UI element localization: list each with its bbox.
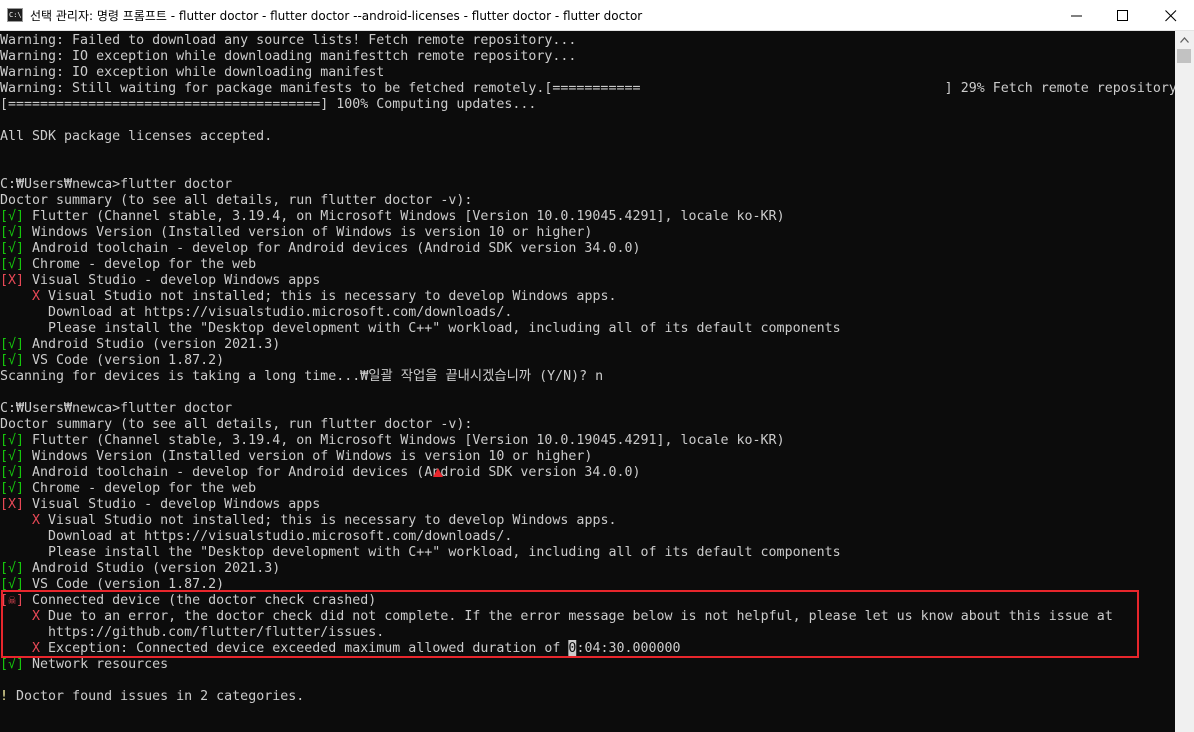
console-text-segment: [√]	[0, 256, 25, 272]
console-text-segment: [√]	[0, 480, 25, 496]
console-line: [√] Windows Version (Installed version o…	[0, 224, 592, 240]
console-text-segment: Visual Studio not installed; this is nec…	[40, 512, 617, 528]
console-text-segment: [√]	[0, 336, 25, 352]
console-text-segment: Android Studio (version 2021.3)	[24, 560, 281, 576]
console-text-segment: Warning: Still waiting for package manif…	[0, 80, 1175, 96]
console-line: [X] Visual Studio - develop Windows apps	[0, 272, 320, 288]
console-text-segment: Doctor summary (to see all details, run …	[0, 192, 473, 208]
minimize-icon	[1071, 15, 1082, 17]
mouse-pointer-marker	[433, 468, 443, 477]
console-text-segment: Doctor found issues in 2 categories.	[8, 688, 305, 704]
console-text-segment: Chrome - develop for the web	[24, 480, 257, 496]
scroll-up-button[interactable]	[1175, 31, 1194, 48]
console-text-segment: Warning: Failed to download any source l…	[0, 32, 577, 48]
console-line: [√] VS Code (version 1.87.2)	[0, 352, 224, 368]
console-line: Warning: Still waiting for package manif…	[0, 80, 1175, 96]
console-text-segment: Visual Studio - develop Windows apps	[24, 272, 321, 288]
console-text-segment	[0, 512, 32, 528]
console-text-segment: Android toolchain - develop for Android …	[24, 464, 641, 480]
console-line: [√] Windows Version (Installed version o…	[0, 448, 592, 464]
console-text-segment: Visual Studio not installed; this is nec…	[40, 288, 617, 304]
console-line: [√] Android Studio (version 2021.3)	[0, 560, 280, 576]
console-text-segment: Windows Version (Installed version of Wi…	[24, 448, 593, 464]
console-text-segment: C:₩Users₩newca>flutter doctor	[0, 400, 233, 416]
console-line: Download at https://visualstudio.microso…	[0, 304, 512, 320]
console-text-segment: Chrome - develop for the web	[24, 256, 257, 272]
console-text-segment: Windows Version (Installed version of Wi…	[24, 224, 593, 240]
console-line: [√] Chrome - develop for the web	[0, 256, 256, 272]
maximize-icon	[1117, 10, 1128, 21]
console-text-segment: Android Studio (version 2021.3)	[24, 336, 281, 352]
vertical-scrollbar[interactable]	[1175, 31, 1194, 732]
console-line: C:₩Users₩newca>flutter doctor	[0, 400, 232, 416]
console-text-segment: !	[0, 688, 9, 704]
console-text-segment	[0, 288, 32, 304]
console-text-segment: X	[32, 288, 41, 304]
console-text-segment: Warning: IO exception while downloading …	[0, 64, 385, 80]
console-text-segment: [=======================================…	[0, 96, 537, 112]
console-text-segment: [√]	[0, 656, 25, 672]
console-line: [√] Android toolchain - develop for Andr…	[0, 240, 640, 256]
console-text-segment: [√]	[0, 432, 25, 448]
scroll-thumb[interactable]	[1177, 49, 1191, 63]
console-text-segment: [X]	[0, 272, 25, 288]
console-text-segment: Doctor summary (to see all details, run …	[0, 416, 473, 432]
console-text-segment: Network resources	[24, 656, 169, 672]
console-line: [√] Android Studio (version 2021.3)	[0, 336, 280, 352]
console-text-segment: [√]	[0, 464, 25, 480]
minimize-button[interactable]	[1054, 0, 1100, 31]
console-text-segment: All SDK package licenses accepted.	[0, 128, 273, 144]
console-text-segment: Warning: IO exception while downloading …	[0, 48, 577, 64]
console-text-segment: Please install the "Desktop development …	[0, 320, 841, 336]
console-line: [√] Flutter (Channel stable, 3.19.4, on …	[0, 208, 785, 224]
console-line: [=======================================…	[0, 96, 536, 112]
console-line: [√] Chrome - develop for the web	[0, 480, 256, 496]
console-line: Please install the "Desktop development …	[0, 320, 841, 336]
console-text-segment: [√]	[0, 352, 25, 368]
close-button[interactable]	[1148, 0, 1194, 31]
console-line: X Visual Studio not installed; this is n…	[0, 288, 616, 304]
console-text-segment: C:₩Users₩newca>flutter doctor	[0, 176, 233, 192]
title-bar[interactable]: C:\ 선택 관리자: 명령 프롬프트 - flutter doctor - f…	[0, 0, 1194, 31]
console-text-segment: Please install the "Desktop development …	[0, 544, 841, 560]
console-line: ! Doctor found issues in 2 categories.	[0, 688, 304, 704]
console-text-segment: Download at https://visualstudio.microso…	[0, 304, 513, 320]
console-line: Warning: IO exception while downloading …	[0, 48, 576, 64]
console-text-segment: VS Code (version 1.87.2)	[24, 352, 225, 368]
console-line: Warning: Failed to download any source l…	[0, 32, 576, 48]
cmd-app-icon[interactable]: C:\	[7, 8, 23, 22]
console-line: Please install the "Desktop development …	[0, 544, 841, 560]
console-text-segment: Scanning for devices is taking a long ti…	[0, 368, 604, 384]
console-text-segment: Android toolchain - develop for Android …	[24, 240, 641, 256]
console-text-segment: Download at https://visualstudio.microso…	[0, 528, 513, 544]
console-line: Warning: IO exception while downloading …	[0, 64, 384, 80]
console-line: Download at https://visualstudio.microso…	[0, 528, 512, 544]
console-line: Doctor summary (to see all details, run …	[0, 416, 472, 432]
console-line: Doctor summary (to see all details, run …	[0, 192, 472, 208]
chevron-up-icon	[1180, 37, 1189, 43]
console-text-segment: X	[32, 512, 41, 528]
window-title: 선택 관리자: 명령 프롬프트 - flutter doctor - flutt…	[30, 9, 643, 23]
console-text-segment: [X]	[0, 496, 25, 512]
maximize-button[interactable]	[1100, 0, 1146, 31]
console-text-segment: [√]	[0, 224, 25, 240]
console-line: X Visual Studio not installed; this is n…	[0, 512, 616, 528]
console-text-segment: Flutter (Channel stable, 3.19.4, on Micr…	[24, 208, 785, 224]
console-line: Scanning for devices is taking a long ti…	[0, 368, 603, 384]
console-text-segment: Flutter (Channel stable, 3.19.4, on Micr…	[24, 432, 785, 448]
console-line: C:₩Users₩newca>flutter doctor	[0, 176, 232, 192]
console-text-segment: [√]	[0, 240, 25, 256]
crash-highlight-annotation	[1, 590, 1139, 658]
console-line: [√] Android toolchain - develop for Andr…	[0, 464, 640, 480]
console-line: [√] Network resources	[0, 656, 168, 672]
scroll-track[interactable]	[1175, 65, 1194, 732]
console-text-segment: [√]	[0, 208, 25, 224]
console-line: All SDK package licenses accepted.	[0, 128, 272, 144]
console-line: [X] Visual Studio - develop Windows apps	[0, 496, 320, 512]
console-line: [√] Flutter (Channel stable, 3.19.4, on …	[0, 432, 785, 448]
close-icon	[1165, 10, 1177, 22]
console-text-segment: [√]	[0, 448, 25, 464]
console-text-segment: Visual Studio - develop Windows apps	[24, 496, 321, 512]
console-text-segment: [√]	[0, 560, 25, 576]
